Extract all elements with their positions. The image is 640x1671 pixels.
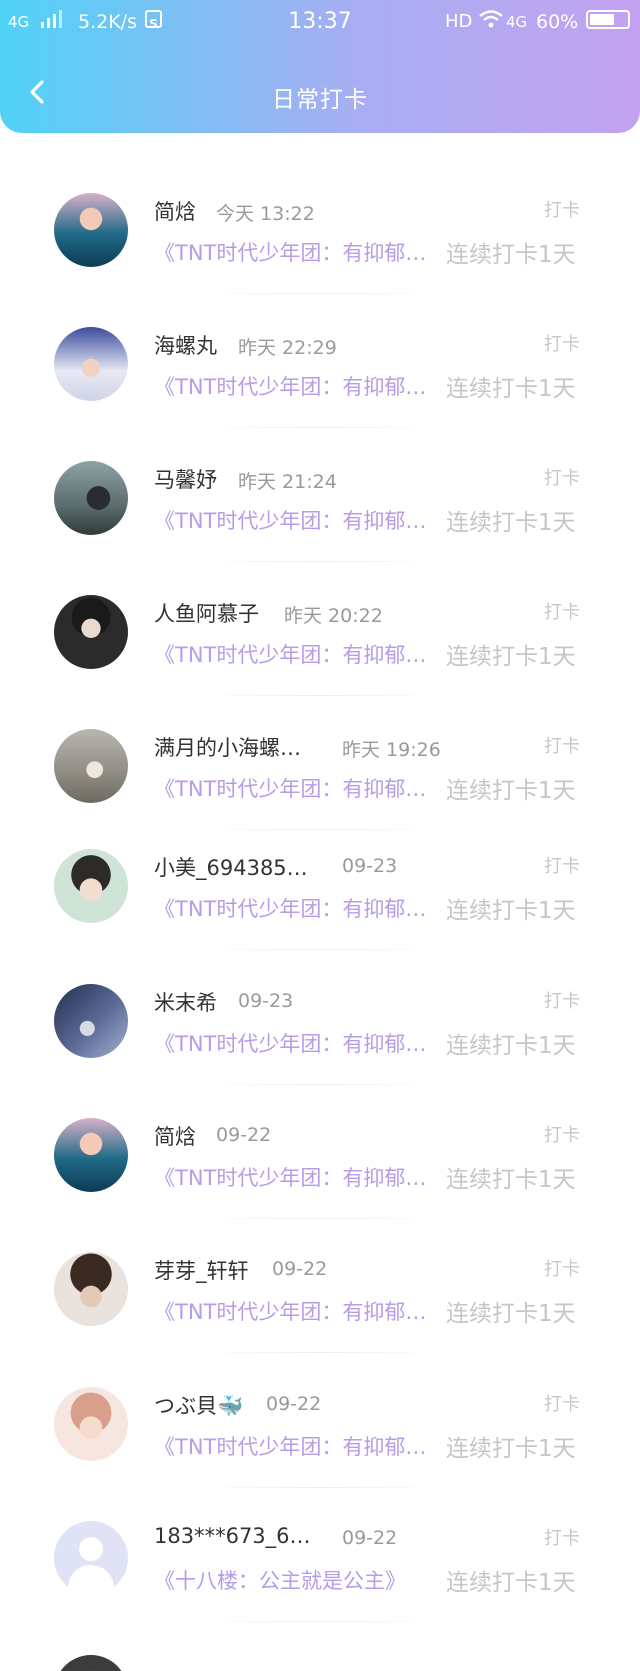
user-name[interactable]: 简焓	[154, 1121, 196, 1151]
checkin-tag: 打卡	[544, 856, 580, 877]
user-name[interactable]: 满月的小海螺…	[154, 732, 301, 762]
page-title: 日常打卡	[272, 87, 368, 113]
checkin-tag: 打卡	[544, 1394, 580, 1415]
checkin-time: 09-22	[266, 1393, 322, 1415]
streak-text: 连续打卡1天	[446, 778, 576, 804]
checkin-tag: 打卡	[544, 334, 580, 355]
battery-percent: 60%	[536, 11, 579, 33]
book-title-link[interactable]: 《TNT时代少年团：有抑郁…	[154, 1028, 426, 1058]
streak-text: 连续打卡1天	[446, 1167, 576, 1193]
divider	[200, 1352, 440, 1353]
list-item[interactable]: 人鱼阿慕子 昨天 20:22 打卡 《TNT时代少年团：有抑郁… 连续打卡1天	[0, 562, 640, 696]
list-item[interactable]: 简焓 09-22 打卡 《TNT时代少年团：有抑郁… 连续打卡1天	[0, 1085, 640, 1219]
book-title-link[interactable]: 《TNT时代少年团：有抑郁…	[154, 1431, 426, 1461]
avatar[interactable]	[54, 1118, 128, 1192]
book-title-link[interactable]: 《TNT时代少年团：有抑郁…	[154, 893, 426, 923]
list-item[interactable]: 满月的小海螺… 昨天 19:26 打卡 《TNT时代少年团：有抑郁… 连续打卡1…	[0, 696, 640, 830]
user-name[interactable]: 米末希	[154, 987, 217, 1017]
checkin-tag: 打卡	[544, 1125, 580, 1146]
nav-bar: 日常打卡	[0, 60, 640, 130]
book-title-link[interactable]: 《TNT时代少年团：有抑郁…	[154, 237, 426, 267]
list-item[interactable]: つぶ貝🐳 09-22 打卡 《TNT时代少年团：有抑郁… 连续打卡1天	[0, 1354, 640, 1488]
avatar[interactable]	[54, 849, 128, 923]
streak-text: 连续打卡1天	[446, 1301, 576, 1327]
avatar[interactable]	[54, 1387, 128, 1461]
book-title-link[interactable]: 《TNT时代少年团：有抑郁…	[154, 1162, 426, 1192]
checkin-time: 昨天 22:29	[238, 337, 337, 359]
default-avatar-icon[interactable]	[54, 1521, 128, 1595]
book-title-link[interactable]: 《TNT时代少年团：有抑郁…	[154, 639, 426, 669]
hd-indicator: HD	[445, 11, 473, 32]
checkin-time: 09-22	[272, 1258, 328, 1280]
user-name[interactable]: 马馨妤	[154, 464, 217, 494]
checkin-tag: 打卡	[544, 468, 580, 489]
checkin-time: 09-23	[342, 855, 398, 877]
user-name[interactable]: 简焓	[154, 196, 196, 226]
avatar[interactable]	[54, 1252, 128, 1326]
user-name[interactable]: 海螺丸	[154, 330, 217, 360]
avatar[interactable]	[54, 327, 128, 401]
checkin-tag: 打卡	[544, 200, 580, 221]
book-title-link[interactable]: 《TNT时代少年团：有抑郁…	[154, 773, 426, 803]
user-name[interactable]: 小美_694385…	[154, 852, 308, 882]
list-item[interactable]: 简焓 今天 13:22 打卡 《TNT时代少年团：有抑郁… 连续打卡1天	[0, 160, 640, 294]
avatar[interactable]	[54, 193, 128, 267]
checkin-tag: 打卡	[544, 602, 580, 623]
user-name[interactable]: 183***673_6…	[154, 1524, 311, 1548]
avatar[interactable]	[54, 595, 128, 669]
user-name[interactable]: つぶ貝🐳	[154, 1390, 243, 1420]
network-indicator-right: 4G	[506, 13, 528, 31]
streak-text: 连续打卡1天	[446, 376, 576, 402]
list-item[interactable]: 183***673_6… 09-22 打卡 《十八楼：公主就是公主》 连续打卡1…	[0, 1488, 640, 1622]
book-title-link[interactable]: 《TNT时代少年团：有抑郁…	[154, 1296, 426, 1326]
list-item[interactable]: 海螺丸 昨天 22:29 打卡 《TNT时代少年团：有抑郁… 连续打卡1天	[0, 294, 640, 428]
avatar[interactable]	[54, 1655, 128, 1671]
list-item[interactable]: 马馨妤 昨天 21:24 打卡 《TNT时代少年团：有抑郁… 连续打卡1天	[0, 428, 640, 562]
checkin-tag: 打卡	[544, 1259, 580, 1280]
checkin-time: 09-22	[216, 1124, 272, 1146]
checkin-time: 今天 13:22	[216, 203, 315, 225]
streak-text: 连续打卡1天	[446, 1436, 576, 1462]
avatar[interactable]	[54, 461, 128, 535]
list-item-partial[interactable]	[0, 1622, 640, 1671]
list-item[interactable]: 米末希 09-23 打卡 《TNT时代少年团：有抑郁… 连续打卡1天	[0, 951, 640, 1085]
checkin-tag: 打卡	[544, 736, 580, 757]
streak-text: 连续打卡1天	[446, 1033, 576, 1059]
checkin-time: 昨天 19:26	[342, 739, 441, 761]
list-item[interactable]: 小美_694385… 09-23 打卡 《TNT时代少年团：有抑郁… 连续打卡1…	[0, 816, 640, 950]
checkin-time: 昨天 20:22	[284, 605, 383, 627]
streak-text: 连续打卡1天	[446, 242, 576, 268]
book-title-link[interactable]: 《十八楼：公主就是公主》	[154, 1565, 406, 1595]
divider	[200, 949, 440, 950]
book-title-link[interactable]: 《TNT时代少年团：有抑郁…	[154, 371, 426, 401]
wifi-icon	[479, 10, 503, 28]
streak-text: 连续打卡1天	[446, 644, 576, 670]
avatar[interactable]	[54, 729, 128, 803]
streak-text: 连续打卡1天	[446, 898, 576, 924]
streak-text: 连续打卡1天	[446, 1570, 576, 1596]
checkin-tag: 打卡	[544, 991, 580, 1012]
list-item[interactable]: 芽芽_轩轩 09-22 打卡 《TNT时代少年团：有抑郁… 连续打卡1天	[0, 1219, 640, 1353]
checkin-time: 09-22	[342, 1527, 398, 1549]
checkin-tag: 打卡	[544, 1528, 580, 1549]
user-name[interactable]: 芽芽_轩轩	[154, 1255, 249, 1285]
checkin-time: 09-23	[238, 990, 294, 1012]
user-name[interactable]: 人鱼阿慕子	[154, 598, 259, 628]
battery-icon	[586, 10, 630, 29]
status-bar: 4G 5.2K/s S 13:37 HD 4G 60%	[0, 0, 640, 46]
streak-text: 连续打卡1天	[446, 510, 576, 536]
book-title-link[interactable]: 《TNT时代少年团：有抑郁…	[154, 505, 426, 535]
avatar[interactable]	[54, 984, 128, 1058]
checkin-time: 昨天 21:24	[238, 471, 337, 493]
header-bar: 4G 5.2K/s S 13:37 HD 4G 60% 日常打卡	[0, 0, 640, 133]
